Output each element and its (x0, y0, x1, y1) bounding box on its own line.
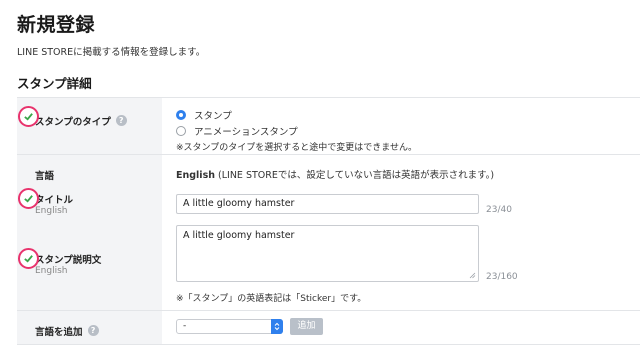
page-subtitle: LINE STOREに掲載する情報を登録します。 (17, 47, 206, 58)
language-note: (LINE STOREでは、設定していない言語は英語が表示されます。) (218, 170, 495, 181)
language-name: English (176, 170, 215, 181)
check-mark-icon (18, 248, 39, 269)
help-icon[interactable]: ? (115, 115, 127, 126)
title-label: タイトル (35, 195, 74, 206)
add-language-label: 言語を追加 (35, 327, 83, 338)
language-select[interactable]: - (176, 319, 283, 334)
radio-unselected-icon[interactable] (176, 126, 186, 136)
description-label: スタンプ説明文 (35, 255, 102, 266)
description-label-group: スタンプ説明文 English (35, 252, 101, 276)
add-language-button[interactable]: 追加 (290, 318, 323, 335)
radio-sticker[interactable]: スタンプ (176, 108, 232, 122)
select-arrows-icon[interactable] (271, 319, 283, 334)
sticker-type-note: ※スタンプのタイプを選択すると途中で変更はできません。 (176, 143, 418, 153)
sticker-type-label-group: スタンプのタイプ? (35, 110, 127, 129)
language-select-value: - (183, 321, 187, 331)
section-title: スタンプ詳細 (17, 76, 92, 91)
radio-animation-label: アニメーションスタンプ (194, 127, 298, 138)
language-label: 言語 (35, 171, 55, 182)
title-input[interactable]: A little gloomy hamster (176, 194, 479, 214)
title-label-group: タイトル English (35, 192, 73, 216)
radio-selected-icon[interactable] (176, 110, 186, 120)
divider (17, 344, 640, 345)
description-sublabel: English (35, 266, 68, 276)
radio-sticker-label: スタンプ (194, 111, 232, 122)
description-text: A little gloomy hamster (183, 230, 295, 241)
sticker-type-label: スタンプのタイプ (35, 117, 111, 128)
title-sublabel: English (35, 206, 68, 216)
check-mark-icon (18, 106, 39, 127)
add-language-label-group: 言語を追加? (35, 320, 99, 339)
radio-animation-sticker[interactable]: アニメーションスタンプ (176, 124, 298, 138)
description-textarea[interactable]: A little gloomy hamster (176, 225, 479, 282)
description-counter: 23/160 (486, 272, 518, 282)
description-note: ※「スタンプ」の英語表記は「Sticker」です。 (176, 294, 367, 304)
divider (17, 154, 640, 155)
check-mark-icon (18, 188, 39, 209)
divider (17, 97, 640, 98)
help-icon[interactable]: ? (87, 325, 99, 336)
title-counter: 23/40 (486, 205, 512, 215)
language-value: English (LINE STOREでは、設定していない言語は英語が表示されま… (176, 167, 494, 181)
resize-grip-icon[interactable] (469, 272, 476, 279)
divider (17, 310, 640, 311)
page-title: 新規登録 (17, 14, 96, 36)
